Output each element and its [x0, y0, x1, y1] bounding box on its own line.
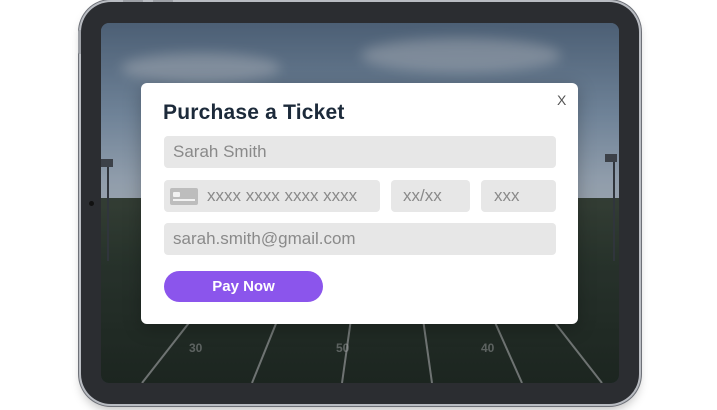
tablet-button: [153, 0, 173, 2]
pay-now-button[interactable]: Pay Now: [164, 271, 323, 302]
card-number-field[interactable]: xxxx xxxx xxxx xxxx: [164, 180, 380, 212]
expiry-field[interactable]: xx/xx: [391, 180, 470, 212]
credit-card-icon: [170, 188, 198, 205]
email-field[interactable]: sarah.smith@gmail.com: [164, 223, 556, 255]
tablet-button: [123, 0, 143, 2]
tablet-side-button: [78, 30, 81, 54]
camera-icon: [89, 201, 94, 206]
card-number-placeholder: xxxx xxxx xxxx xxxx: [207, 186, 358, 205]
close-icon[interactable]: X: [557, 92, 566, 108]
purchase-ticket-modal: Purchase a Ticket X Sarah Smith xxxx xxx…: [141, 83, 578, 324]
name-field[interactable]: Sarah Smith: [164, 136, 556, 168]
cvv-field[interactable]: xxx: [481, 180, 556, 212]
modal-title: Purchase a Ticket: [163, 101, 345, 124]
